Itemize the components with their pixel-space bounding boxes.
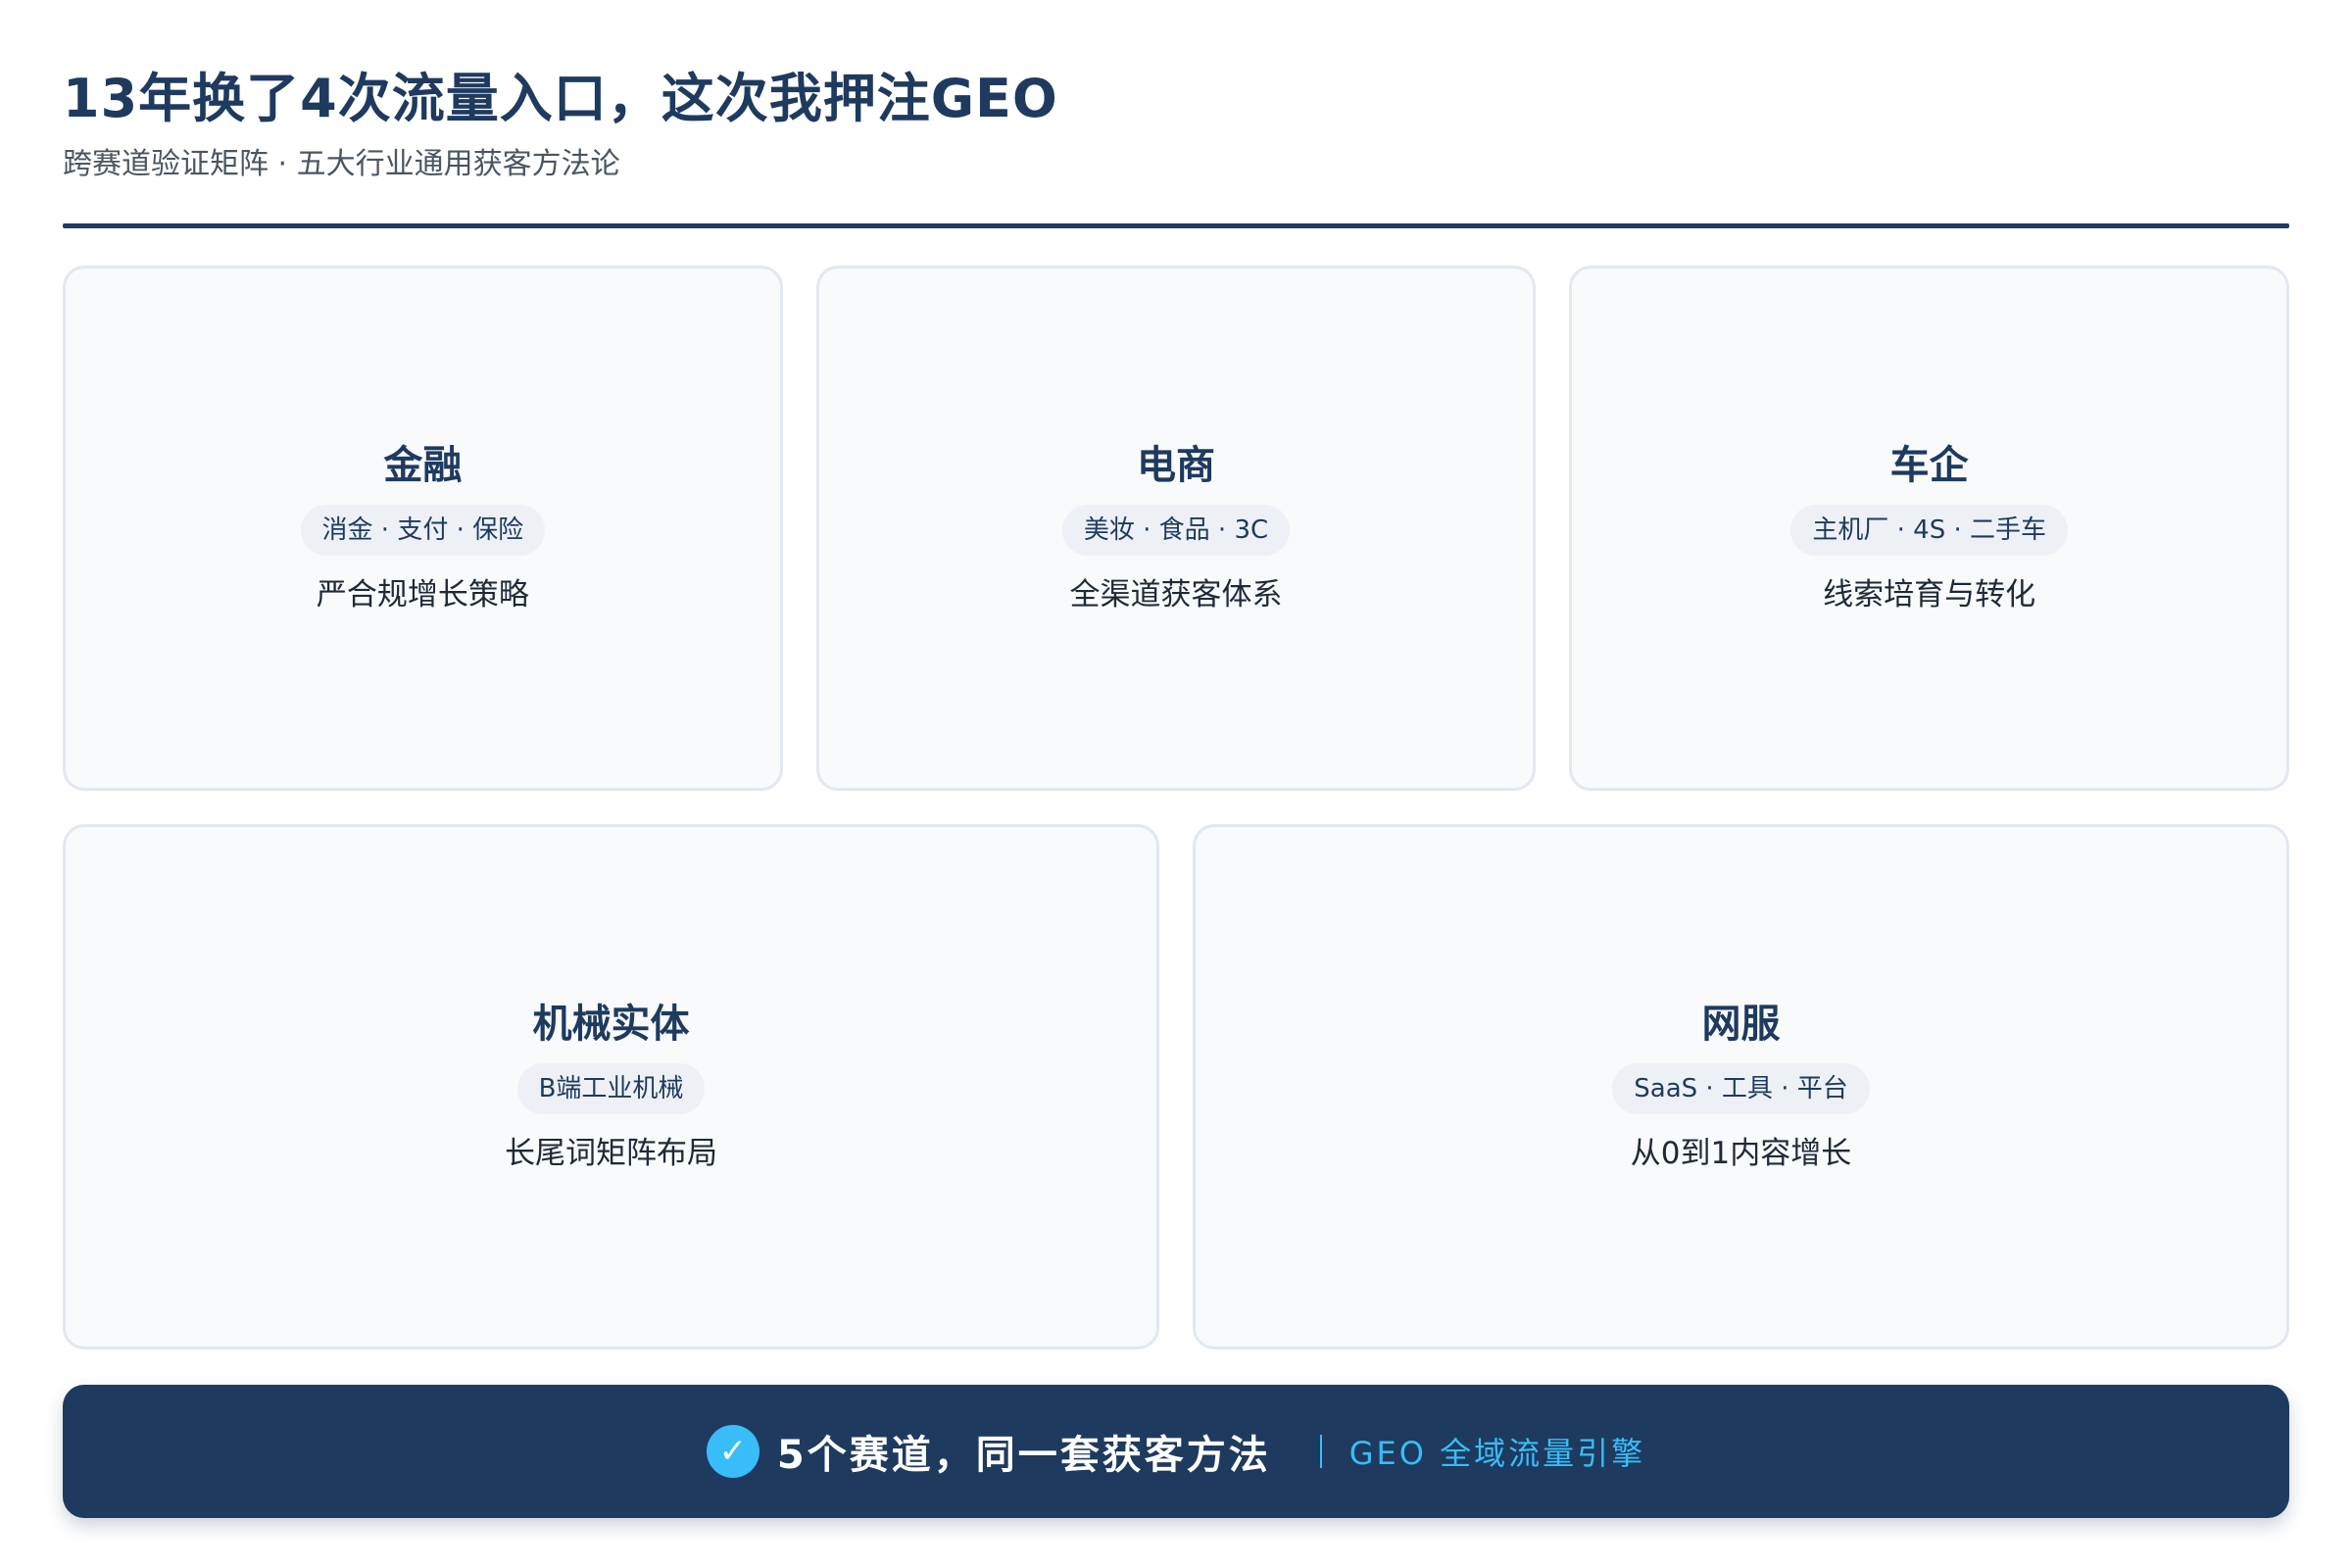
card-title: 网服 xyxy=(1701,1002,1781,1047)
card-tag: 美妆 · 食品 · 3C xyxy=(1061,505,1291,556)
banner-sub-text: GEO 全域流量引擎 xyxy=(1348,1435,1646,1472)
page-subtitle: 跨赛道验证矩阵 · 五大行业通用获客方法论 xyxy=(63,147,620,181)
industry-card-internet-services: 网服 SaaS · 工具 · 平台 从0到1内容增长 xyxy=(1193,824,2289,1349)
card-row-top: 金融 消金 · 支付 · 保险 严合规增长策略 电商 美妆 · 食品 · 3C … xyxy=(63,266,2290,791)
page-title: 13年换了4次流量入口，这次我押注GEO xyxy=(63,68,1058,129)
industry-card-automotive: 车企 主机厂 · 4S · 二手车 线索培育与转化 xyxy=(1569,266,2290,791)
card-description: 从0到1内容增长 xyxy=(1630,1136,1852,1171)
card-tag: SaaS · 工具 · 平台 xyxy=(1612,1063,1870,1114)
card-title: 金融 xyxy=(383,443,463,488)
card-description: 长尾词矩阵布局 xyxy=(505,1136,717,1171)
header-divider xyxy=(63,223,2289,228)
industry-card-finance: 金融 消金 · 支付 · 保险 严合规增长策略 xyxy=(63,266,783,791)
card-description: 全渠道获客体系 xyxy=(1069,577,1283,612)
card-tag: B端工业机械 xyxy=(516,1063,706,1114)
card-row-bottom: 机械实体 B端工业机械 长尾词矩阵布局 网服 SaaS · 工具 · 平台 从0… xyxy=(63,824,2289,1349)
card-tag: 主机厂 · 4S · 二手车 xyxy=(1790,505,2068,556)
card-title: 电商 xyxy=(1137,443,1215,488)
card-title: 车企 xyxy=(1889,443,1969,488)
banner-divider xyxy=(1319,1435,1322,1468)
card-description: 线索培育与转化 xyxy=(1823,577,2036,612)
card-tag: 消金 · 支付 · 保险 xyxy=(300,505,546,556)
check-circle-icon: ✓ xyxy=(706,1425,760,1478)
industry-card-ecommerce: 电商 美妆 · 食品 · 3C 全渠道获客体系 xyxy=(815,266,1537,791)
page: 13年换了4次流量入口，这次我押注GEO 跨赛道验证矩阵 · 五大行业通用获客方… xyxy=(0,0,2352,1568)
card-title: 机械实体 xyxy=(532,1002,690,1047)
banner-main-text: 5个赛道，同一套获客方法 xyxy=(776,1433,1271,1478)
card-description: 严合规增长策略 xyxy=(316,577,529,612)
summary-banner: ✓ 5个赛道，同一套获客方法 GEO 全域流量引擎 xyxy=(63,1385,2289,1518)
industry-card-machinery: 机械实体 B端工业机械 长尾词矩阵布局 xyxy=(63,824,1159,1349)
header: 13年换了4次流量入口，这次我押注GEO 跨赛道验证矩阵 · 五大行业通用获客方… xyxy=(63,0,2289,184)
